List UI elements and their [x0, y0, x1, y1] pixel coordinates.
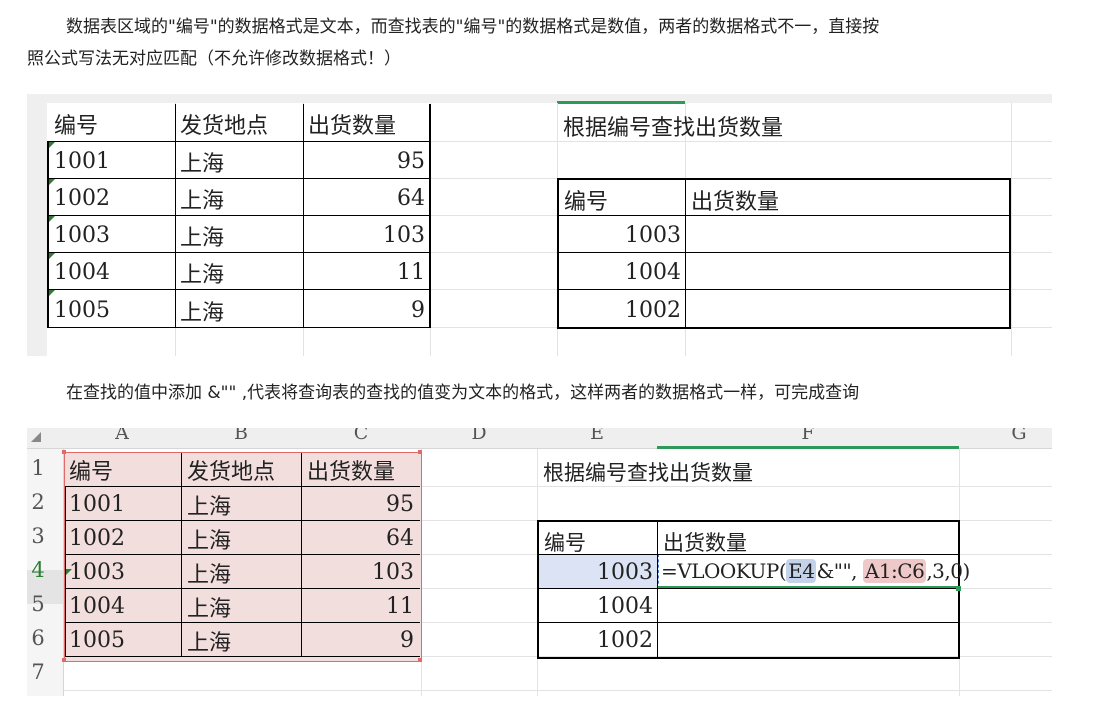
row-header-1[interactable]: 1	[27, 456, 49, 480]
intro-line-2: 照公式写法无对应匹配（不允许修改数据格式！）	[27, 49, 401, 69]
table-cell-place: 上海	[180, 263, 225, 288]
row-header-4[interactable]: 4	[27, 558, 49, 582]
table-cell-id: 1001	[54, 149, 110, 174]
table-cell-place: 上海	[180, 226, 225, 251]
lookup-id: 1003	[625, 223, 681, 248]
table-cell-id: 1004	[69, 594, 125, 619]
formula-cell-f4[interactable]: =VLOOKUP(E4 &"", A1:C6,3,0)	[658, 555, 970, 588]
lookup-header-qty: 出货数量	[663, 531, 747, 555]
table-cell-qty: 9	[400, 628, 414, 653]
table-cell-place: 上海	[187, 529, 232, 554]
table-cell-qty: 64	[397, 186, 425, 211]
table-cell-qty: 103	[383, 223, 425, 248]
column-header-strip	[27, 94, 1052, 103]
fill-handle[interactable]	[956, 586, 961, 591]
lookup-id: 1004	[625, 260, 681, 285]
lookup-header-id: 编号	[564, 190, 609, 215]
table-cell-qty: 95	[397, 149, 425, 174]
select-all-icon[interactable]	[31, 432, 41, 442]
spreadsheet-screenshot-1: 编号 发货地点 出货数量 1001 上海 95 1002 上海 64 1003 …	[27, 94, 1052, 356]
table-cell-id: 1003	[54, 223, 110, 248]
table-cell-place: 上海	[187, 563, 232, 588]
column-header-g[interactable]: G	[959, 428, 1052, 444]
header-qty: 出货数量	[308, 114, 397, 139]
lookup-id: 1004	[597, 594, 653, 619]
header-id: 编号	[54, 114, 99, 139]
column-header-f[interactable]: F	[657, 428, 959, 444]
intro-line-1: 数据表区域的"编号"的数据格式是文本，而查找表的"编号"的数据格式是数值，两者的…	[66, 17, 880, 37]
formula-ref-range: A1:C6	[862, 559, 927, 583]
table-cell-qty: 103	[372, 560, 414, 585]
column-header-e[interactable]: E	[537, 428, 657, 444]
table-cell-qty: 11	[386, 594, 414, 619]
table-cell-id: 1001	[69, 492, 125, 517]
formula-suffix: ,3,0)	[926, 559, 970, 583]
lookup-id: 1002	[625, 298, 681, 323]
column-header-d[interactable]: D	[421, 428, 537, 444]
table-cell-qty: 95	[386, 492, 414, 517]
row-header-7[interactable]: 7	[27, 660, 49, 684]
table-cell-place: 上海	[187, 631, 232, 656]
spreadsheet-screenshot-2: A B C D E F G 1 2 3 4 5 6 7 编号 发货地点 出货数量…	[27, 428, 1052, 696]
header-qty: 出货数量	[307, 460, 396, 485]
table-cell-place: 上海	[187, 597, 232, 622]
formula-ref-e4: E4	[786, 559, 817, 583]
active-column-accent	[657, 446, 959, 449]
header-place: 发货地点	[180, 114, 269, 139]
table-cell-id: 1005	[54, 298, 110, 323]
lookup-header-id: 编号	[544, 531, 586, 555]
column-header-c[interactable]: C	[301, 428, 421, 444]
lookup-id: 1002	[597, 628, 653, 653]
table-cell-place: 上海	[180, 189, 225, 214]
row-header-strip	[27, 103, 47, 356]
table-cell-qty: 64	[386, 526, 414, 551]
lookup-title: 根据编号查找出货数量	[563, 116, 784, 141]
column-header-b[interactable]: B	[181, 428, 301, 444]
row-header-6[interactable]: 6	[27, 626, 49, 650]
row-header-3[interactable]: 3	[27, 524, 49, 548]
table-cell-place: 上海	[180, 301, 225, 326]
explanation-line: 在查找的值中添加 &"" ,代表将查询表的查找的值变为文本的格式，这样两者的数据…	[66, 383, 860, 403]
table-cell-qty: 11	[397, 260, 425, 285]
row-header-5[interactable]: 5	[27, 592, 49, 616]
row-header-2[interactable]: 2	[27, 490, 49, 514]
column-header-a[interactable]: A	[63, 428, 181, 444]
lookup-header-qty: 出货数量	[691, 190, 780, 215]
header-id: 编号	[69, 460, 114, 485]
table-cell-id: 1005	[69, 628, 125, 653]
table-cell-id: 1002	[54, 186, 110, 211]
table-cell-id: 1004	[54, 260, 110, 285]
active-column-accent	[557, 101, 685, 104]
table-cell-qty: 9	[411, 298, 425, 323]
lookup-id: 1003	[597, 560, 653, 585]
formula-prefix: =VLOOKUP(	[661, 559, 787, 583]
header-place: 发货地点	[187, 460, 276, 485]
table-cell-id: 1002	[69, 526, 125, 551]
table-cell-place: 上海	[180, 152, 225, 177]
formula-mid: &"",	[816, 559, 858, 583]
table-cell-place: 上海	[187, 495, 232, 520]
lookup-title: 根据编号查找出货数量	[543, 461, 753, 485]
table-cell-id: 1003	[69, 560, 125, 585]
